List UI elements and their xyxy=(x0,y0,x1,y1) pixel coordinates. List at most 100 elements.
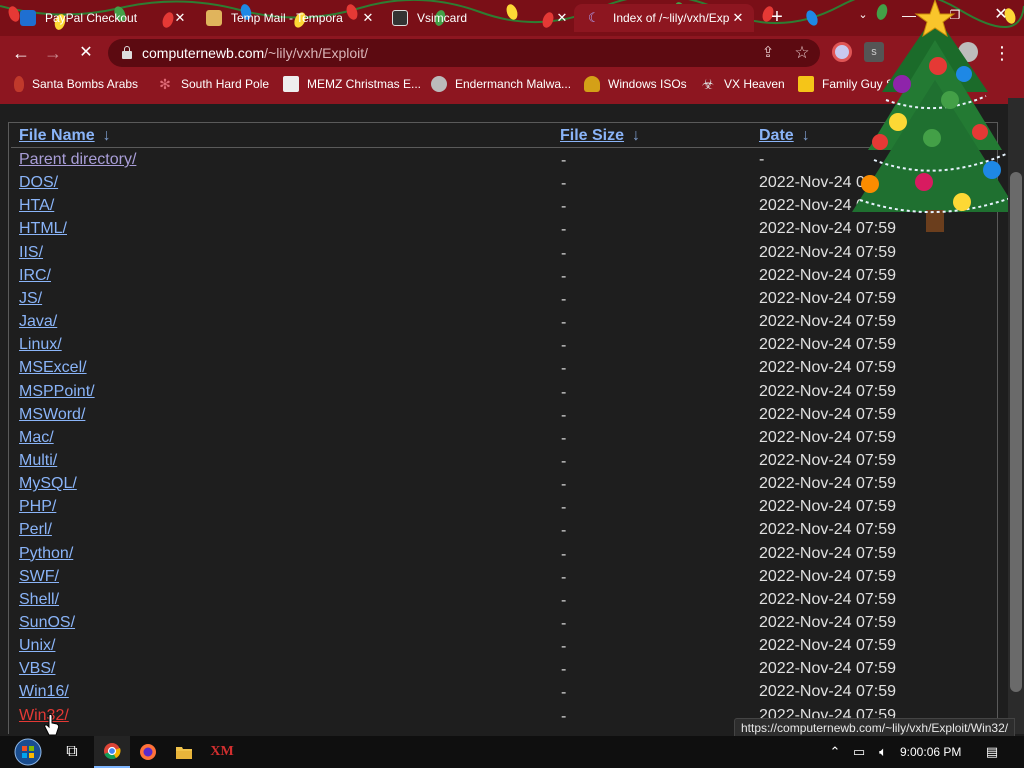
start-button[interactable] xyxy=(8,736,48,768)
directory-link[interactable]: MSWord/ xyxy=(19,406,85,424)
directory-link[interactable]: SWF/ xyxy=(19,568,59,586)
date-cell: 2022-Nov-24 07:59 xyxy=(759,243,896,261)
directory-link[interactable]: JS/ xyxy=(19,290,42,308)
action-center-icon[interactable]: ▤ xyxy=(980,736,1004,768)
bookmark-santa-bombs-arabs[interactable]: Santa Bombs Arabs xyxy=(14,75,138,93)
bookmark-endermanch-malware[interactable]: Endermanch Malwa... xyxy=(431,75,571,93)
bookmark-south-hard-pole[interactable]: ✻ South Hard Pole xyxy=(157,75,269,93)
file-size-cell: - xyxy=(561,661,567,679)
directory-link[interactable]: Unix/ xyxy=(19,637,55,655)
volume-icon[interactable]: 🔈︎ xyxy=(872,736,894,768)
directory-link[interactable]: Shell/ xyxy=(19,591,59,609)
back-button[interactable]: ← xyxy=(9,41,33,65)
tab-temp-mail[interactable]: Temp Mail - Tempora ✕ xyxy=(206,4,376,32)
windows-orb-icon xyxy=(14,738,42,766)
windows-taskbar: ⧉ XM ⌃ ▭ 🔈︎ 9:00:06 PM ▤ xyxy=(0,736,1024,768)
table-row: Python/ - 2022-Nov-24 07:59 xyxy=(9,543,999,566)
table-row: VBS/ - 2022-Nov-24 07:59 xyxy=(9,658,999,681)
stop-loading-button[interactable]: ✕ xyxy=(74,41,98,65)
forward-button[interactable]: → xyxy=(41,41,65,65)
snowflake-icon: ✻ xyxy=(159,76,171,92)
file-size-cell: - xyxy=(561,175,567,193)
network-icon[interactable]: ▭ xyxy=(848,736,870,768)
directory-link[interactable]: HTA/ xyxy=(19,197,54,215)
taskbar-xm-app[interactable]: XM xyxy=(204,736,240,768)
date-cell: 2022-Nov-24 07:59 xyxy=(759,637,896,655)
bookmark-windows-isos[interactable]: Windows ISOs xyxy=(584,75,687,93)
bookmark-star-icon[interactable]: ☆ xyxy=(792,43,812,63)
file-size-cell: - xyxy=(561,290,567,308)
table-row: SunOS/ - 2022-Nov-24 07:59 xyxy=(9,612,999,635)
file-size-cell: - xyxy=(561,244,567,262)
file-size-cell: - xyxy=(561,591,567,609)
directory-link[interactable]: Linux/ xyxy=(19,336,62,354)
url-text[interactable]: computernewb.com/~lily/vxh/Exploit/ xyxy=(142,45,368,61)
table-row: Win16/ - 2022-Nov-24 07:59 xyxy=(9,681,999,704)
date-cell: 2022-Nov-24 07:59 xyxy=(759,336,896,354)
directory-link[interactable]: MySQL/ xyxy=(19,475,77,493)
address-bar[interactable]: computernewb.com/~lily/vxh/Exploit/ ⇪ ☆ xyxy=(108,39,820,67)
file-size-cell: - xyxy=(561,684,567,702)
taskbar-clock[interactable]: 9:00:06 PM xyxy=(900,736,961,768)
date-cell: 2022-Nov-24 07:59 xyxy=(759,289,896,307)
directory-link[interactable]: MSExcel/ xyxy=(19,359,87,377)
show-hidden-icons-chevron-icon[interactable]: ⌃ xyxy=(826,736,844,768)
sim-card-icon xyxy=(392,10,408,26)
scrollbar-thumb[interactable] xyxy=(1010,172,1022,692)
document-icon xyxy=(283,76,299,92)
directory-link[interactable]: MSPPoint/ xyxy=(19,383,95,401)
directory-link[interactable]: HTML/ xyxy=(19,220,67,238)
table-row: IRC/ - 2022-Nov-24 07:59 xyxy=(9,265,999,288)
directory-link[interactable]: Java/ xyxy=(19,313,57,331)
directory-link[interactable]: Python/ xyxy=(19,545,73,563)
file-size-cell: - xyxy=(561,221,567,239)
link-status-bubble: https://computernewb.com/~lily/vxh/Explo… xyxy=(734,718,1016,738)
share-icon[interactable]: ⇪ xyxy=(758,43,778,63)
sort-by-date-header[interactable]: Date ↓ xyxy=(759,127,810,145)
tab-title: PayPal Checkout xyxy=(45,11,138,25)
table-row: Unix/ - 2022-Nov-24 07:59 xyxy=(9,635,999,658)
date-cell: 2022-Nov-24 07:59 xyxy=(759,405,896,423)
file-size-cell: - xyxy=(561,476,567,494)
tab-paypal-checkout[interactable]: PayPal Checkout ✕ xyxy=(20,4,188,32)
tab-index-exploit[interactable]: ☾ Index of /~lily/vxh/Exp ✕ xyxy=(574,4,754,32)
close-tab-icon[interactable]: ✕ xyxy=(360,10,376,26)
close-tab-icon[interactable]: ✕ xyxy=(172,10,188,26)
table-row: PHP/ - 2022-Nov-24 07:59 xyxy=(9,496,999,519)
bookmark-vx-heaven[interactable]: ☣ VX Heaven xyxy=(700,75,785,93)
table-row: Mac/ - 2022-Nov-24 07:59 xyxy=(9,427,999,450)
task-view-button[interactable]: ⧉ xyxy=(54,736,90,768)
directory-link[interactable]: Win16/ xyxy=(19,683,69,701)
date-cell: 2022-Nov-24 07:59 xyxy=(759,498,896,516)
file-size-cell: - xyxy=(561,545,567,563)
directory-link[interactable]: Perl/ xyxy=(19,521,52,539)
hand-cursor-icon xyxy=(44,714,60,736)
taskbar-chrome[interactable] xyxy=(94,736,130,768)
new-tab-button[interactable]: + xyxy=(766,6,788,28)
sort-arrow-icon: ↓ xyxy=(102,127,111,144)
directory-link[interactable]: Mac/ xyxy=(19,429,54,447)
directory-link[interactable]: PHP/ xyxy=(19,498,56,516)
close-tab-icon[interactable]: ✕ xyxy=(730,10,746,26)
directory-link[interactable]: IIS/ xyxy=(19,244,43,262)
sort-arrow-icon: ↓ xyxy=(801,127,810,144)
bookmark-memz-christmas[interactable]: MEMZ Christmas E... xyxy=(283,75,421,93)
close-tab-icon[interactable]: ✕ xyxy=(554,10,570,26)
directory-link[interactable]: IRC/ xyxy=(19,267,51,285)
directory-link[interactable]: VBS/ xyxy=(19,660,55,678)
directory-link[interactable]: Parent directory/ xyxy=(19,151,136,169)
directory-link[interactable]: Multi/ xyxy=(19,452,57,470)
sort-by-size-header[interactable]: File Size ↓ xyxy=(560,127,640,145)
taskbar-file-explorer[interactable] xyxy=(166,736,202,768)
lock-icon[interactable] xyxy=(122,46,132,59)
taskbar-firefox[interactable] xyxy=(130,736,166,768)
tab-vsimcard[interactable]: Vsimcard ✕ xyxy=(392,4,570,32)
file-size-cell: - xyxy=(561,314,567,332)
paypal-icon xyxy=(20,10,36,26)
directory-link[interactable]: SunOS/ xyxy=(19,614,75,632)
url-host: computernewb.com xyxy=(142,45,265,61)
directory-link[interactable]: DOS/ xyxy=(19,174,58,192)
sort-by-name-header[interactable]: File Name ↓ xyxy=(19,127,111,145)
table-row: Perl/ - 2022-Nov-24 07:59 xyxy=(9,519,999,542)
file-size-cell: - xyxy=(561,429,567,447)
